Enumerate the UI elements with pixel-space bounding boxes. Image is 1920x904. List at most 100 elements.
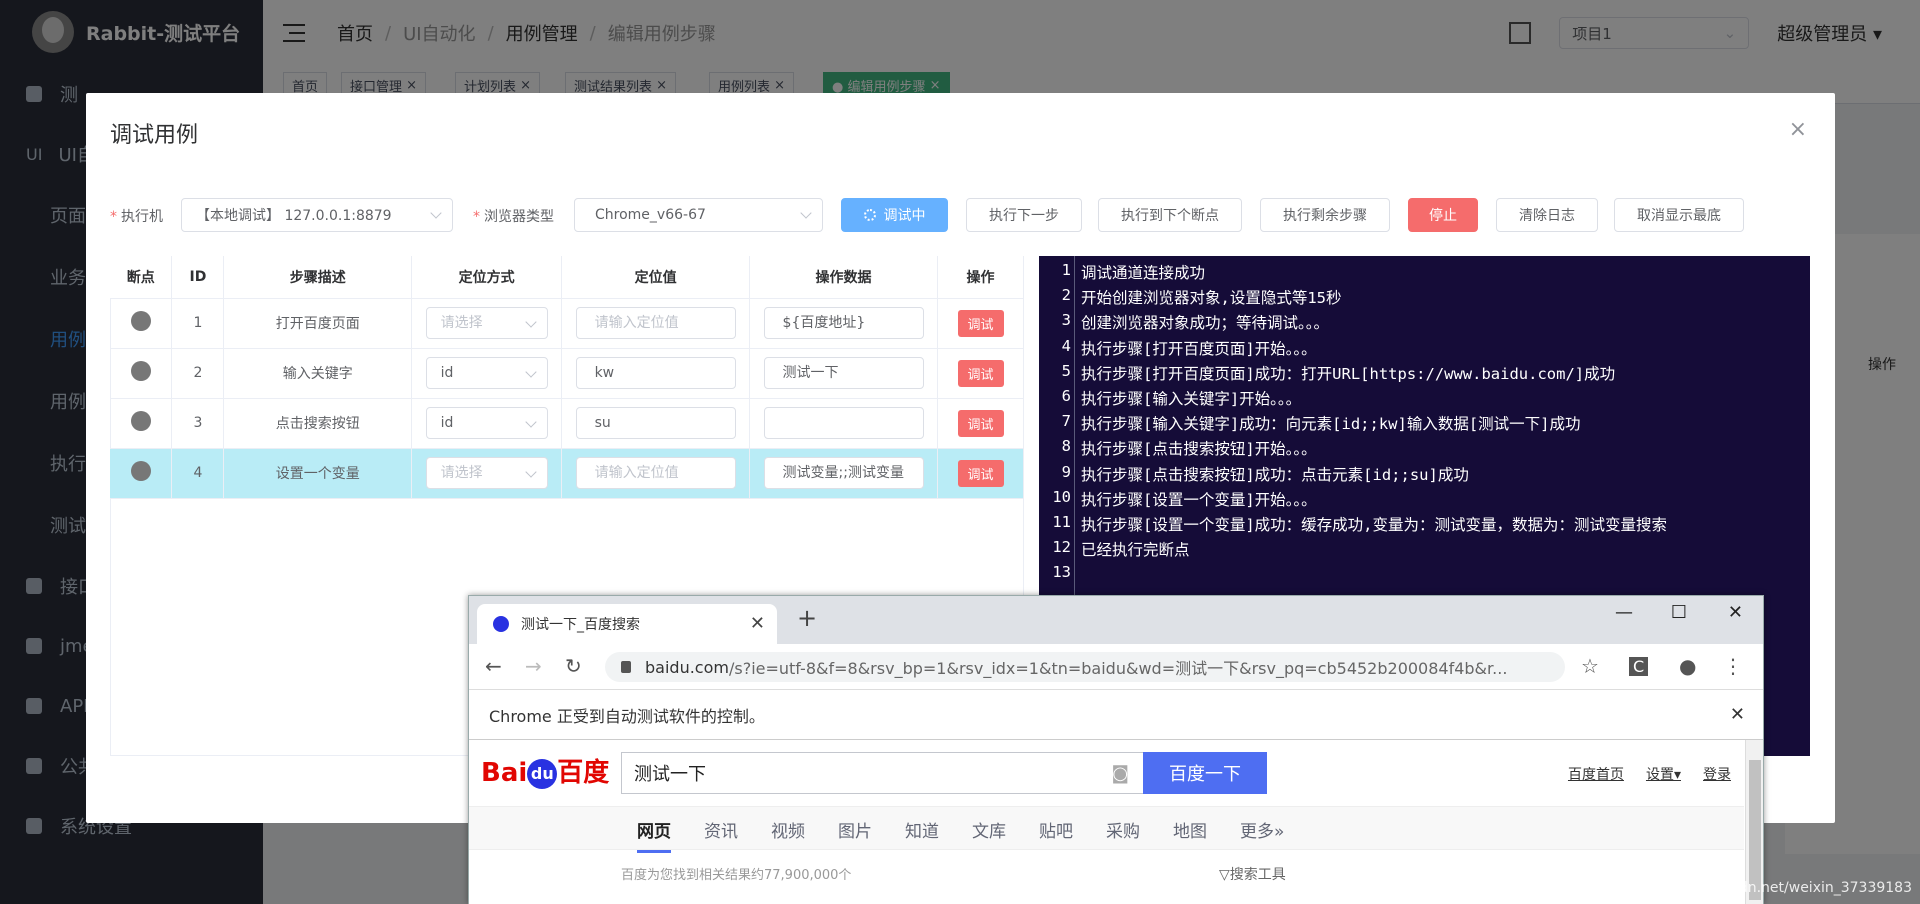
console-line: 执行步骤[设置一个变量]开始。。。 xyxy=(1081,490,1317,509)
debugging-button[interactable]: 调试中 xyxy=(841,198,948,232)
table-row: 3 点击搜索按钮 id su 调试 xyxy=(110,398,1024,449)
link-settings[interactable]: 设置▾ xyxy=(1646,767,1681,783)
tab-video[interactable]: 视频 xyxy=(771,817,805,842)
star-icon[interactable]: ☆ xyxy=(1581,654,1599,678)
line-number: 7 xyxy=(1061,412,1071,431)
search-input[interactable]: 测试一下 ◙ xyxy=(621,752,1143,794)
console-line: 创建浏览器对象成功；等待调试。。。 xyxy=(1081,314,1330,333)
tab-close-icon[interactable]: ✕ xyxy=(750,613,765,634)
table-row: 2 输入关键字 id kw 测试一下 调试 xyxy=(110,348,1024,399)
search-button[interactable]: 百度一下 xyxy=(1143,752,1267,794)
chevron-down-icon xyxy=(524,316,537,328)
console-line: 执行步骤[点击搜索按钮]开始。。。 xyxy=(1081,440,1317,459)
console-line: 执行步骤[点击搜索按钮]成功：点击元素[id;;su]成功 xyxy=(1081,465,1469,484)
breakpoint-dot[interactable] xyxy=(130,311,151,331)
line-number: 2 xyxy=(1061,286,1071,305)
next-breakpoint-button[interactable]: 执行到下个断点 xyxy=(1098,198,1242,232)
link-login[interactable]: 登录 xyxy=(1703,767,1731,783)
line-number: 13 xyxy=(1052,563,1071,582)
debug-button[interactable]: 调试 xyxy=(957,459,1004,487)
line-number: 1 xyxy=(1061,261,1071,279)
breakpoint-dot[interactable] xyxy=(130,361,151,381)
chevron-down-icon xyxy=(800,207,812,219)
tab-wenku[interactable]: 文库 xyxy=(972,817,1006,842)
tab-caigou[interactable]: 采购 xyxy=(1106,817,1140,842)
chrome-tab[interactable]: 测试一下_百度搜索 ✕ xyxy=(477,604,777,644)
tab-zhidao[interactable]: 知道 xyxy=(905,817,939,842)
console-line: 执行步骤[输入关键字]开始。。。 xyxy=(1081,390,1302,408)
line-number: 6 xyxy=(1061,387,1071,405)
chrome-tabbar: 测试一下_百度搜索 ✕ + — ☐ ✕ xyxy=(469,596,1763,644)
op-data-input[interactable] xyxy=(763,407,924,439)
console-line: 调试通道连接成功 xyxy=(1081,264,1206,282)
tab-more[interactable]: 更多» xyxy=(1240,817,1284,842)
debug-button[interactable]: 调试 xyxy=(957,409,1004,437)
locator-value-input[interactable]: kw xyxy=(575,357,736,389)
executor-select[interactable]: 【本地调试】 127.0.0.1:8879 xyxy=(181,198,453,232)
tab-web[interactable]: 网页 xyxy=(637,817,671,853)
close-icon[interactable]: × xyxy=(1789,117,1807,142)
browser-label: * 浏览器类型 xyxy=(473,209,554,225)
locator-select[interactable]: id xyxy=(425,407,548,439)
cancel-scroll-bottom-button[interactable]: 取消显示最底 xyxy=(1614,198,1744,232)
tab-map[interactable]: 地图 xyxy=(1173,817,1207,842)
chevron-down-icon xyxy=(524,366,537,378)
window-close-icon[interactable]: ✕ xyxy=(1728,602,1743,623)
op-data-input[interactable]: ${百度地址} xyxy=(763,307,924,339)
reload-icon[interactable]: ↻ xyxy=(565,654,582,678)
tab-tieba[interactable]: 贴吧 xyxy=(1039,817,1073,842)
table-row: 1 打开百度页面 请选择 请输入定位值 ${百度地址} 调试 xyxy=(110,298,1024,349)
search-tools[interactable]: ▽搜索工具 xyxy=(1219,864,1286,884)
locator-value-input[interactable]: 请输入定位值 xyxy=(575,457,736,489)
console-line: 执行步骤[设置一个变量]成功：缓存成功,变量为：测试变量，数据为：测试变量搜索 xyxy=(1081,516,1667,534)
line-number: 12 xyxy=(1052,538,1071,557)
baidu-paw-icon xyxy=(493,616,509,632)
watermark: https://blog.csdn.net/weixin_37339183 xyxy=(1638,880,1912,896)
console-line: 已经执行完断点 xyxy=(1081,541,1190,560)
executor-label: * 执行机 xyxy=(110,209,163,225)
top-links: 百度首页 设置▾ 登录 xyxy=(1546,764,1731,784)
baidu-logo[interactable]: Bai du 百度 xyxy=(481,752,609,789)
breakpoint-dot[interactable] xyxy=(130,461,151,481)
url-bar[interactable]: baidu.com/s?ie=utf-8&f=8&rsv_bp=1&rsv_id… xyxy=(605,652,1565,682)
tab-images[interactable]: 图片 xyxy=(838,817,872,842)
forward-icon[interactable]: → xyxy=(525,654,542,678)
minimize-icon[interactable]: — xyxy=(1615,602,1633,623)
back-icon[interactable]: ← xyxy=(485,654,502,678)
line-number: 5 xyxy=(1061,361,1071,380)
next-step-button[interactable]: 执行下一步 xyxy=(966,198,1082,232)
extension-icon[interactable]: C xyxy=(1629,657,1649,676)
debug-button[interactable]: 调试 xyxy=(957,359,1004,387)
op-data-input[interactable]: 测试变量;;测试变量 xyxy=(763,457,924,489)
line-number: 9 xyxy=(1061,462,1071,481)
baidu-page: Bai du 百度 测试一下 ◙ 百度一下 百度首页 设置▾ 登录 网页 资讯 视频 图片… xyxy=(469,740,1763,904)
browser-select[interactable]: Chrome_v66-67 xyxy=(574,198,823,232)
infobar-close-icon[interactable]: ✕ xyxy=(1730,704,1745,725)
new-tab-icon[interactable]: + xyxy=(797,604,817,632)
locator-value-input[interactable]: su xyxy=(575,407,736,439)
locator-value-input[interactable]: 请输入定位值 xyxy=(575,307,736,339)
run-remaining-button[interactable]: 执行剩余步骤 xyxy=(1260,198,1390,232)
lock-icon xyxy=(621,661,631,673)
locator-select[interactable]: id xyxy=(425,357,548,389)
steps-table: 断点 ID 步骤描述 定位方式 定位值 操作数据 操作 1 打开百度页面 请选择 请输入定位… xyxy=(110,256,1024,499)
tab-news[interactable]: 资讯 xyxy=(704,817,738,842)
clear-log-button[interactable]: 清除日志 xyxy=(1496,198,1598,232)
menu-icon[interactable]: ⋮ xyxy=(1723,654,1743,678)
stop-button[interactable]: 停止 xyxy=(1408,198,1478,232)
profile-icon[interactable]: ● xyxy=(1679,654,1696,678)
console-line: 执行步骤[输入关键字]成功：向元素[id;;kw]输入数据[测试一下]成功 xyxy=(1081,415,1581,434)
table-row-highlighted: 4 设置一个变量 请选择 请输入定位值 测试变量;;测试变量 调试 xyxy=(110,448,1024,499)
maximize-icon[interactable]: ☐ xyxy=(1671,602,1687,623)
locator-select[interactable]: 请选择 xyxy=(425,457,548,489)
locator-select[interactable]: 请选择 xyxy=(425,307,548,339)
toolbar: * 执行机 【本地调试】 127.0.0.1:8879 * 浏览器类型 Chrome… xyxy=(110,198,1810,232)
camera-icon[interactable]: ◙ xyxy=(1112,763,1129,784)
debug-button[interactable]: 调试 xyxy=(957,309,1004,337)
breakpoint-dot[interactable] xyxy=(130,411,151,431)
automation-infobar: Chrome 正受到自动测试软件的控制。 ✕ xyxy=(469,690,1763,740)
chrome-window: 测试一下_百度搜索 ✕ + — ☐ ✕ ← → ↻ baidu.com/s?ie… xyxy=(468,595,1764,904)
table-header: 断点 ID 步骤描述 定位方式 定位值 操作数据 操作 xyxy=(110,256,1024,299)
link-home[interactable]: 百度首页 xyxy=(1568,767,1624,783)
op-data-input[interactable]: 测试一下 xyxy=(763,357,924,389)
